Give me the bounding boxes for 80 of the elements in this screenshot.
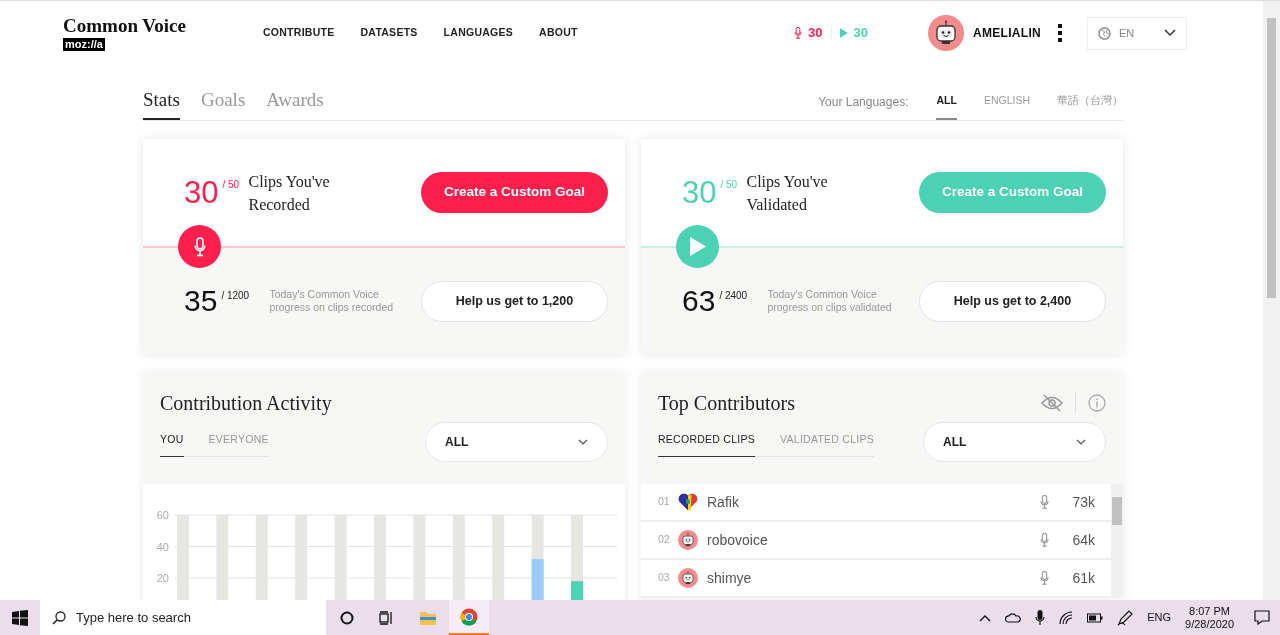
daily-progress-text: Today's Common Voice progress on clips recorded bbox=[269, 288, 395, 314]
notification-icon[interactable] bbox=[1254, 610, 1270, 625]
clip-count: 64k bbox=[1071, 530, 1095, 550]
cloud-icon[interactable] bbox=[1005, 612, 1022, 623]
daily-total: / 2400 bbox=[719, 289, 749, 303]
goal-count: 30 bbox=[184, 177, 219, 208]
goal-total: / 50 bbox=[222, 178, 241, 192]
scrollbar[interactable] bbox=[1111, 484, 1123, 598]
chevron-up-icon[interactable] bbox=[979, 613, 992, 622]
battery-icon[interactable] bbox=[1087, 612, 1104, 623]
more-options-icon[interactable] bbox=[1057, 24, 1063, 42]
pen-icon[interactable] bbox=[1117, 609, 1134, 626]
clip-count: 61k bbox=[1071, 568, 1095, 588]
language-tab[interactable]: ALL bbox=[936, 93, 957, 120]
browser-icon[interactable] bbox=[460, 607, 478, 626]
daily-progress-text: Today's Common Voice progress on clips validated bbox=[767, 288, 893, 314]
filter-dropdown[interactable]: ALL bbox=[425, 422, 608, 462]
daily-count: 35 bbox=[184, 286, 218, 316]
axis-tick-label: 40 bbox=[156, 540, 169, 553]
contributor-name: robovoice bbox=[707, 530, 769, 550]
help-goal-button[interactable]: Help us get to 2,400 bbox=[919, 280, 1106, 322]
heart-avatar-icon bbox=[678, 492, 698, 512]
microphone-icon bbox=[794, 27, 803, 39]
globe-icon bbox=[1098, 26, 1111, 40]
card-title: Contribution Activity bbox=[160, 391, 333, 417]
contribution-count: 30 bbox=[808, 24, 823, 43]
microphone-icon[interactable] bbox=[1035, 609, 1046, 626]
rank-number: 03 bbox=[658, 570, 671, 586]
rank-number: 01 bbox=[658, 494, 671, 510]
daily-total: / 1200 bbox=[221, 289, 251, 303]
create-goal-button[interactable]: Create a Custom Goal bbox=[421, 172, 608, 213]
languages-label: Your Languages: bbox=[818, 94, 909, 111]
play-icon bbox=[839, 27, 848, 39]
daily-count: 63 bbox=[682, 286, 716, 316]
microphone-icon bbox=[1040, 571, 1049, 585]
robot-avatar-icon bbox=[678, 568, 698, 588]
avatar-robot-icon[interactable] bbox=[927, 15, 964, 51]
axis-tick-label: 60 bbox=[156, 509, 169, 521]
page-tab[interactable]: Stats bbox=[143, 85, 180, 120]
username[interactable]: AMELIALIN bbox=[972, 24, 1041, 42]
nav-link[interactable]: CONTRIBUTE bbox=[263, 25, 335, 41]
nav-link[interactable]: DATASETS bbox=[360, 25, 418, 41]
contributor-name: Rafik bbox=[707, 492, 740, 512]
clock-time[interactable]: 8:07 PM bbox=[1189, 604, 1230, 618]
input-language[interactable]: ENG bbox=[1147, 609, 1172, 626]
goal-total: / 50 bbox=[720, 178, 739, 192]
folder-icon[interactable] bbox=[419, 609, 437, 626]
filter-dropdown[interactable]: ALL bbox=[923, 422, 1106, 462]
clip-count: 73k bbox=[1071, 492, 1095, 512]
chevron-down-icon bbox=[578, 439, 588, 445]
clock-date[interactable]: 9/28/2020 bbox=[1185, 617, 1234, 631]
nav-link[interactable]: ABOUT bbox=[539, 25, 578, 41]
contribution-count: 30 bbox=[853, 24, 868, 43]
chevron-down-icon bbox=[1164, 29, 1176, 37]
card-title: Top Contributors bbox=[658, 391, 796, 417]
cortana-circle-icon[interactable] bbox=[340, 610, 354, 625]
goal-title: Clips You've Recorded bbox=[248, 171, 331, 215]
chevron-down-icon bbox=[1076, 439, 1086, 445]
goal-title: Clips You've Validated bbox=[746, 171, 829, 215]
search-icon bbox=[52, 610, 66, 625]
robot-avatar-icon bbox=[678, 530, 698, 550]
microphone-icon bbox=[1040, 533, 1049, 547]
windows-start-icon[interactable] bbox=[12, 609, 28, 626]
axis-tick-label: 20 bbox=[156, 572, 169, 584]
logo-badge: moz://a bbox=[63, 37, 105, 51]
language-select[interactable]: EN bbox=[1087, 16, 1187, 50]
page-scrollbar[interactable] bbox=[1263, 1, 1280, 600]
nav-link[interactable]: LANGUAGES bbox=[443, 25, 514, 41]
taskbar-search-field[interactable]: Type here to search bbox=[40, 600, 326, 635]
contributor-name: shimye bbox=[707, 568, 753, 588]
goal-count: 30 bbox=[682, 177, 717, 208]
rank-number: 02 bbox=[658, 532, 671, 548]
hidden-eye-icon[interactable] bbox=[1041, 394, 1063, 412]
logo-title[interactable]: Common Voice bbox=[63, 15, 263, 36]
section-tab[interactable]: RECORDED CLIPS bbox=[658, 432, 756, 457]
task-view-icon[interactable] bbox=[379, 610, 395, 625]
wifi-icon[interactable] bbox=[1059, 610, 1074, 625]
microphone-icon bbox=[1040, 495, 1049, 509]
help-goal-button[interactable]: Help us get to 1,200 bbox=[421, 280, 608, 322]
section-tab[interactable]: YOU bbox=[160, 432, 184, 457]
